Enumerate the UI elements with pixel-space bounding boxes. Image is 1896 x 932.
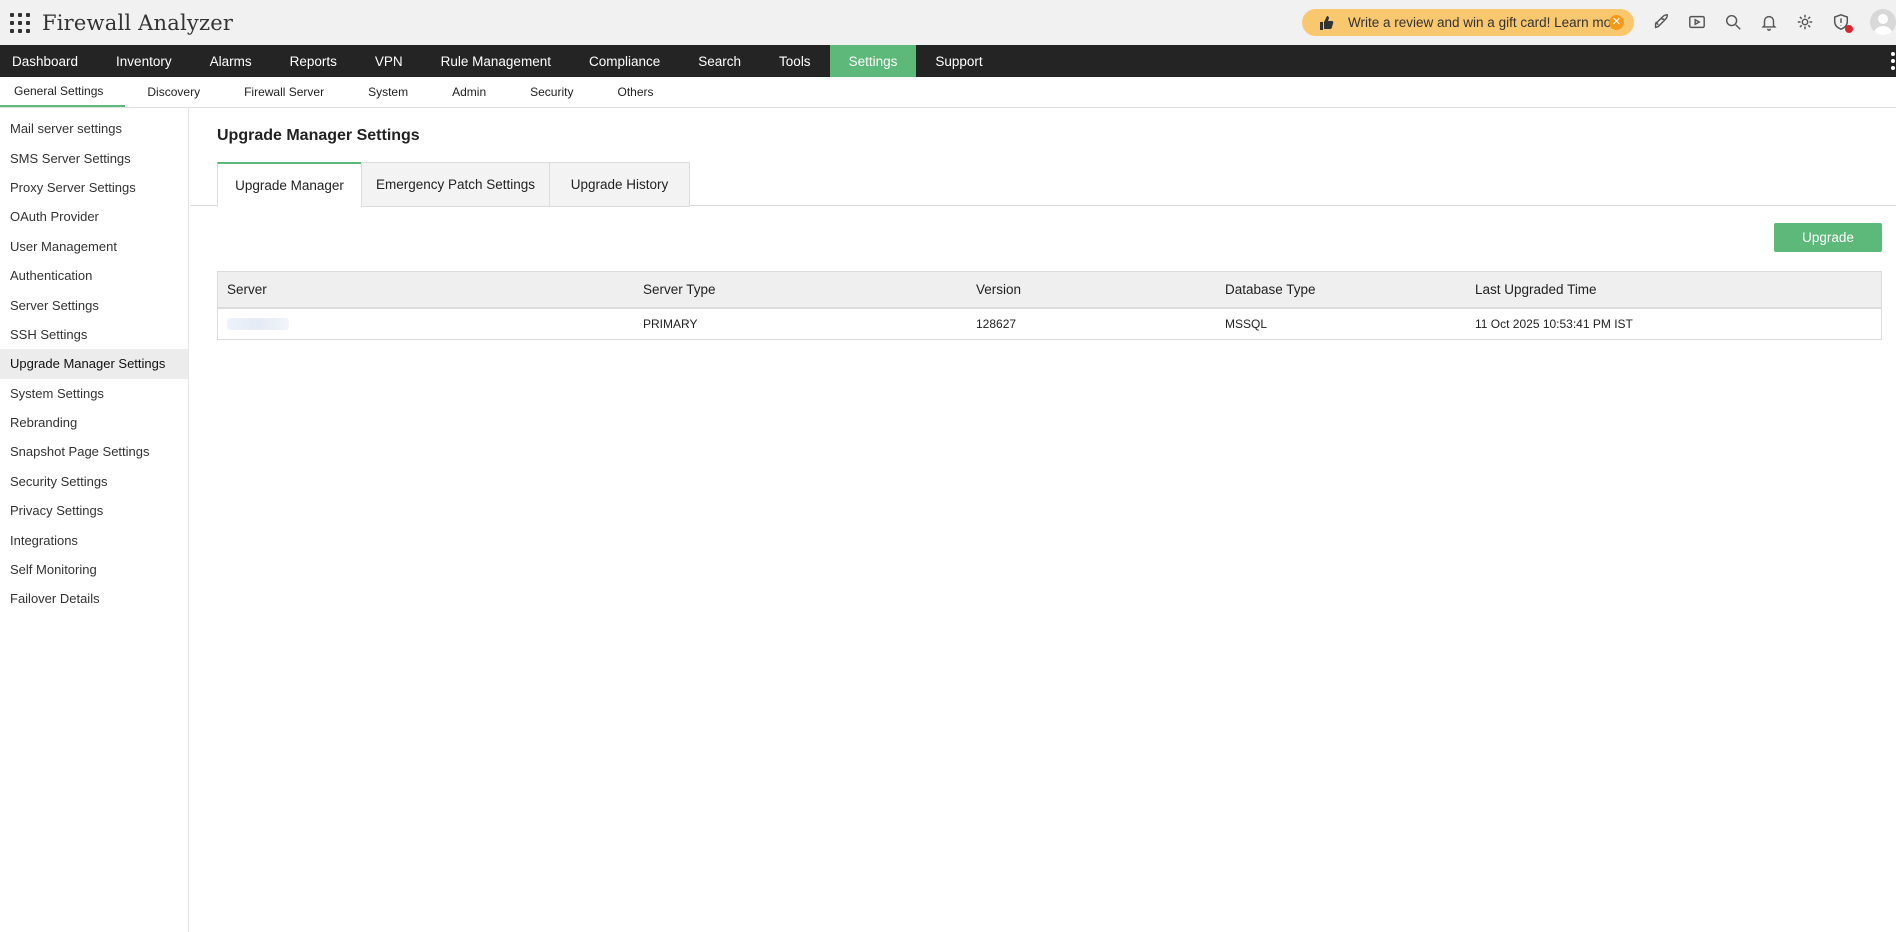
sidebar-item-security-settings[interactable]: Security Settings xyxy=(0,467,188,496)
subnav-admin[interactable]: Admin xyxy=(430,77,508,107)
cell-last-upgraded-time: 11 Oct 2025 10:53:41 PM IST xyxy=(1475,317,1633,331)
sidebar-item-system-settings[interactable]: System Settings xyxy=(0,379,188,408)
sub-nav: General Settings Discovery Firewall Serv… xyxy=(0,77,1896,108)
tab-upgrade-manager[interactable]: Upgrade Manager xyxy=(217,162,362,207)
nav-alarms[interactable]: Alarms xyxy=(191,45,271,77)
thumbs-up-icon xyxy=(1320,15,1334,30)
apps-grid-icon[interactable] xyxy=(10,12,30,33)
sidebar-item-oauth-provider[interactable]: OAuth Provider xyxy=(0,202,188,231)
subnav-others[interactable]: Others xyxy=(595,77,675,107)
gear-icon[interactable] xyxy=(1794,11,1816,33)
nav-settings[interactable]: Settings xyxy=(829,45,917,77)
cell-server-type: PRIMARY xyxy=(643,317,698,331)
main-nav: Dashboard Inventory Alarms Reports VPN R… xyxy=(0,45,1896,77)
shield-alert-icon[interactable] xyxy=(1830,11,1853,33)
table-row: PRIMARY 128627 MSSQL 11 Oct 2025 10:53:4… xyxy=(218,309,1881,339)
main-content: Upgrade Manager Settings Upgrade Manager… xyxy=(190,108,1896,932)
sidebar-item-ssh-settings[interactable]: SSH Settings xyxy=(0,320,188,349)
subnav-discovery[interactable]: Discovery xyxy=(125,77,222,107)
column-header-server-type[interactable]: Server Type xyxy=(634,272,967,307)
sidebar-item-mail-server[interactable]: Mail server settings xyxy=(0,114,188,143)
subnav-firewall-server[interactable]: Firewall Server xyxy=(222,77,346,107)
search-icon[interactable] xyxy=(1722,11,1744,33)
redacted-server-name xyxy=(227,318,289,330)
sidebar-item-failover-details[interactable]: Failover Details xyxy=(0,584,188,613)
sidebar-item-proxy-server[interactable]: Proxy Server Settings xyxy=(0,173,188,202)
sidebar-item-server-settings[interactable]: Server Settings xyxy=(0,290,188,319)
header-icons xyxy=(1650,11,1866,33)
cell-database-type: MSSQL xyxy=(1225,317,1268,331)
top-header: Firewall Analyzer Write a review and win… xyxy=(0,0,1896,45)
more-menu-icon[interactable] xyxy=(1890,52,1896,73)
nav-vpn[interactable]: VPN xyxy=(356,45,422,77)
sidebar-item-rebranding[interactable]: Rebranding xyxy=(0,408,188,437)
column-header-server[interactable]: Server xyxy=(218,272,634,307)
sidebar-item-privacy-settings[interactable]: Privacy Settings xyxy=(0,496,188,525)
subnav-general-settings[interactable]: General Settings xyxy=(0,77,126,107)
bell-icon[interactable] xyxy=(1758,11,1780,33)
cell-server xyxy=(218,309,634,339)
nav-reports[interactable]: Reports xyxy=(271,45,356,77)
nav-inventory[interactable]: Inventory xyxy=(97,45,191,77)
sidebar-item-snapshot-page[interactable]: Snapshot Page Settings xyxy=(0,437,188,466)
nav-compliance[interactable]: Compliance xyxy=(570,45,679,77)
sidebar-item-integrations[interactable]: Integrations xyxy=(0,525,188,554)
sidebar-item-sms-server[interactable]: SMS Server Settings xyxy=(0,143,188,172)
column-header-version[interactable]: Version xyxy=(967,272,1216,307)
notification-dot xyxy=(1845,25,1853,33)
subnav-system[interactable]: System xyxy=(346,77,430,107)
user-avatar[interactable] xyxy=(1870,9,1896,35)
sidebar-item-upgrade-manager[interactable]: Upgrade Manager Settings xyxy=(0,349,188,379)
table-header: Server Server Type Version Database Type… xyxy=(218,272,1881,309)
sidebar-item-authentication[interactable]: Authentication xyxy=(0,261,188,290)
settings-sidebar: Mail server settings SMS Server Settings… xyxy=(0,108,189,932)
servers-table: Server Server Type Version Database Type… xyxy=(217,271,1882,340)
cell-version: 128627 xyxy=(976,317,1017,331)
nav-rule-management[interactable]: Rule Management xyxy=(422,45,570,77)
column-header-last-upgraded-time[interactable]: Last Upgraded Time xyxy=(1466,272,1881,307)
close-icon[interactable]: ✕ xyxy=(1609,15,1624,30)
nav-support[interactable]: Support xyxy=(916,45,1001,77)
column-header-database-type[interactable]: Database Type xyxy=(1216,272,1466,307)
upgrade-button[interactable]: Upgrade xyxy=(1774,223,1882,252)
promo-text[interactable]: Write a review and win a gift card! Lear… xyxy=(1348,15,1623,30)
rocket-icon[interactable] xyxy=(1650,11,1672,33)
nav-dashboard[interactable]: Dashboard xyxy=(0,45,97,77)
app-title: Firewall Analyzer xyxy=(42,10,234,35)
settings-tabs: Upgrade Manager Emergency Patch Settings… xyxy=(190,162,1896,207)
promo-banner[interactable]: Write a review and win a gift card! Lear… xyxy=(1302,9,1634,36)
page-title: Upgrade Manager Settings xyxy=(217,127,420,144)
nav-tools[interactable]: Tools xyxy=(760,45,830,77)
nav-search[interactable]: Search xyxy=(679,45,760,77)
video-icon[interactable] xyxy=(1686,11,1708,33)
sidebar-item-self-monitoring[interactable]: Self Monitoring xyxy=(0,555,188,584)
sidebar-item-user-management[interactable]: User Management xyxy=(0,232,188,261)
subnav-security[interactable]: Security xyxy=(508,77,595,107)
tab-emergency-patch-settings[interactable]: Emergency Patch Settings xyxy=(361,162,550,207)
tab-upgrade-history[interactable]: Upgrade History xyxy=(549,162,690,207)
